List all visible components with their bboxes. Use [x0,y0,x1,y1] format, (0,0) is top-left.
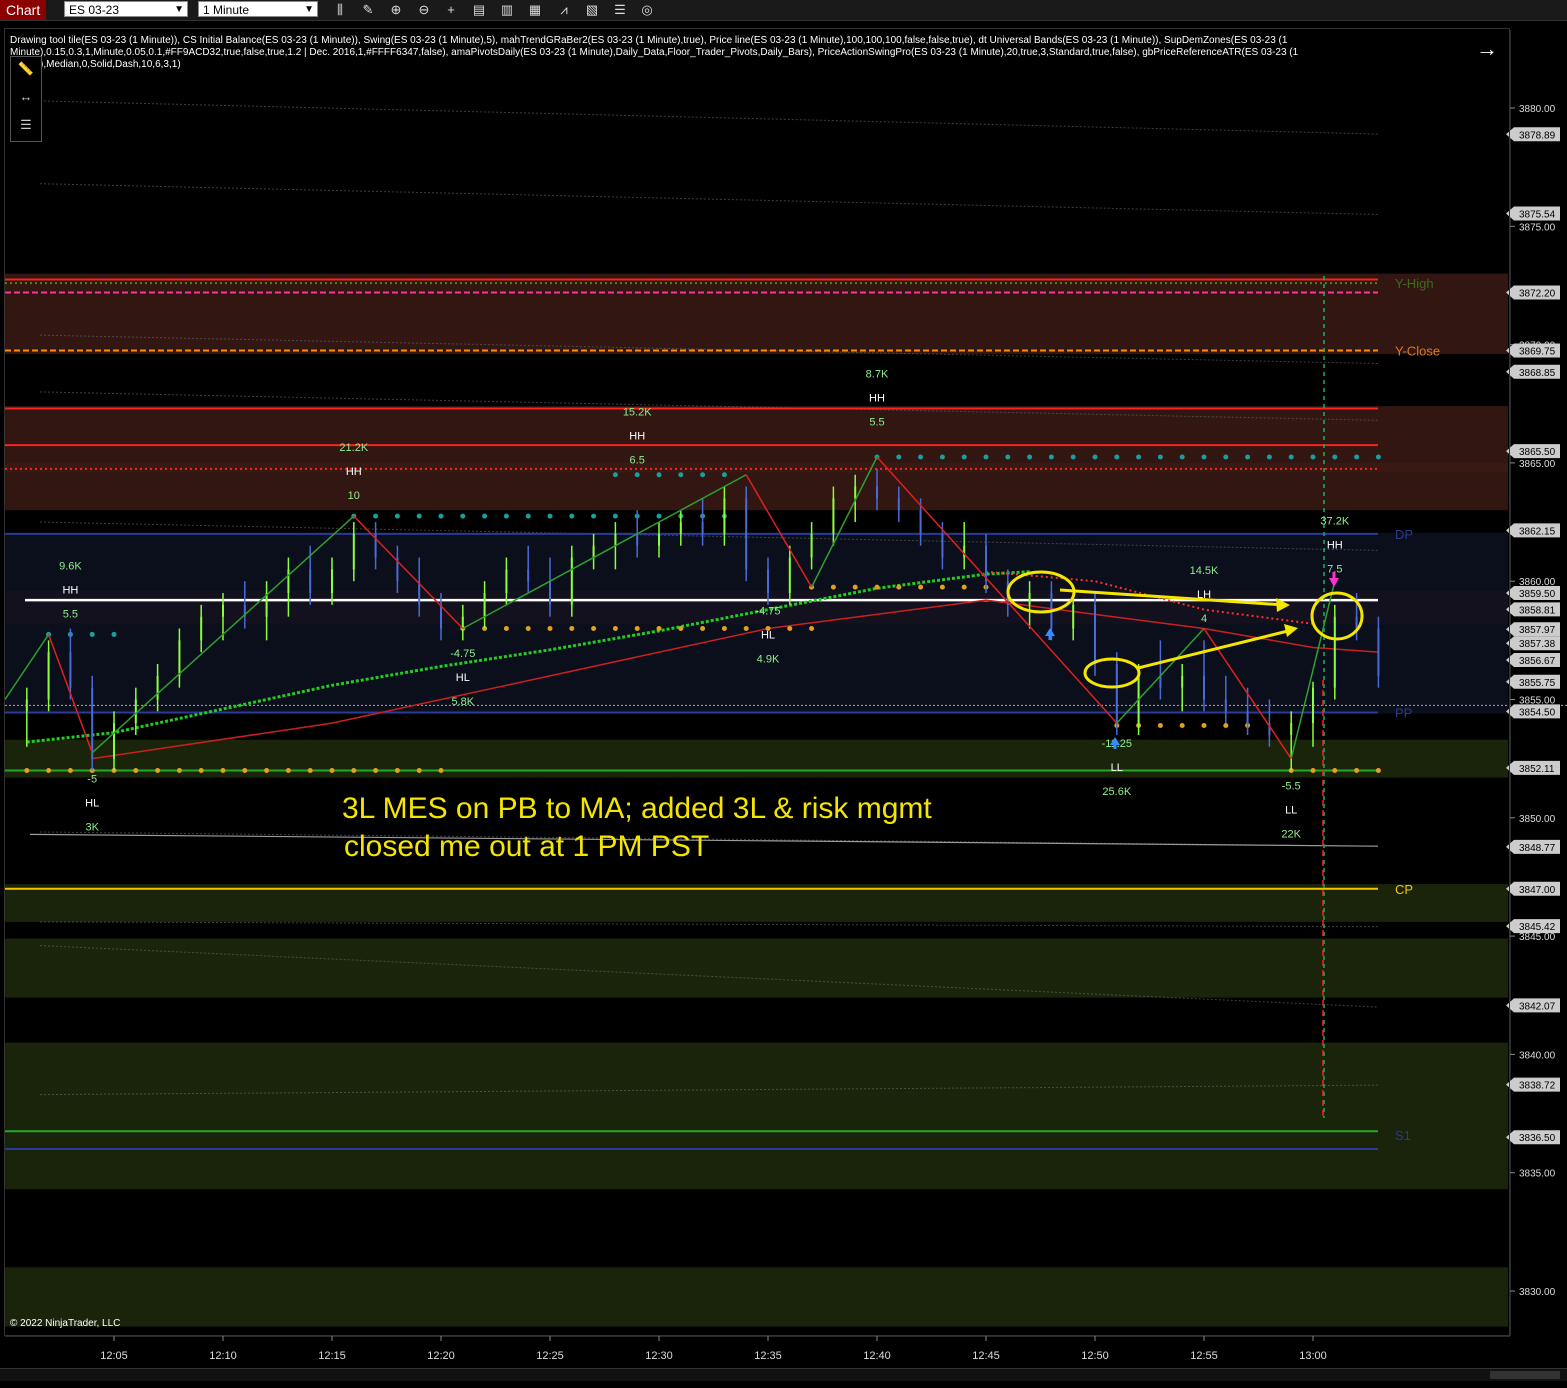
price-axis: 3880.003875.003870.003865.003860.003855.… [1506,30,1560,1336]
price-tick-label: 3835.00 [1519,1169,1556,1180]
price-marker-label: 3857.38 [1519,639,1556,650]
price-tick-label: 3880.00 [1519,104,1556,115]
arrow-right-icon[interactable]: → [1476,36,1498,62]
price-tick-label: 3850.00 [1519,814,1556,825]
price-tick-label: 3845.00 [1519,932,1556,943]
time-tick-label: 12:40 [863,1350,891,1362]
hamburger-menu-icon[interactable]: ☰ [15,115,37,135]
time-tick-label: 12:05 [100,1350,128,1362]
time-tick-label: 12:25 [536,1350,564,1362]
price-marker-label: 3878.89 [1519,130,1556,141]
measure-icon[interactable]: ↔ [15,87,37,107]
price-marker-label: 3857.97 [1519,625,1556,636]
price-tick-label: 3875.00 [1519,222,1556,233]
price-marker-label: 3865.50 [1519,447,1556,458]
time-axis: 12:05 12:10 12:15 12:20 12:25 12:30 12:35 12:40… [5,1335,1510,1362]
price-marker-label: 3847.00 [1519,885,1556,896]
time-tick-label: 12:45 [972,1350,1000,1362]
time-tick-label: 12:35 [754,1350,782,1362]
price-marker-label: 3855.75 [1519,678,1556,689]
horizontal-scrollbar[interactable] [0,1368,1567,1381]
price-marker-label: 3838.72 [1519,1081,1556,1092]
price-marker-label: 3852.11 [1519,764,1555,775]
time-tick-label: 12:55 [1190,1350,1218,1362]
price-tick-label: 3840.00 [1519,1050,1556,1061]
price-tick-label: 3865.00 [1519,459,1556,470]
price-marker-label: 3862.15 [1519,526,1556,537]
price-marker-label: 3842.07 [1519,1001,1556,1012]
price-marker-label: 3836.50 [1519,1133,1556,1144]
price-marker-label: 3859.50 [1519,589,1556,600]
time-tick-label: 12:10 [209,1350,237,1362]
price-tick-label: 3830.00 [1519,1287,1556,1298]
ruler-icon[interactable]: 📏 [15,59,37,79]
price-marker-label: 3856.67 [1519,656,1556,667]
time-tick-label: 12:15 [318,1350,346,1362]
scrollbar-thumb[interactable] [1490,1371,1560,1379]
indicator-list: Drawing tool tile(ES 03-23 (1 Minute)), … [10,35,1299,70]
time-tick-label: 12:20 [427,1350,455,1362]
price-marker-label: 3848.77 [1519,843,1556,854]
time-tick-label: 12:30 [645,1350,673,1362]
price-marker-label: 3845.42 [1519,922,1556,933]
plot-area-frame [4,28,1510,1336]
price-marker-label: 3858.81 [1519,605,1556,616]
price-marker-label: 3872.20 [1519,289,1556,300]
time-tick-label: 12:50 [1081,1350,1109,1362]
price-marker-label: 3869.75 [1519,347,1556,358]
copyright-text: © 2022 NinjaTrader, LLC [10,1318,121,1329]
drawing-tools-panel: 📏 ↔ ☰ [10,56,42,142]
price-marker-label: 3875.54 [1519,210,1556,221]
price-marker-label: 3868.85 [1519,368,1556,379]
time-tick-label: 13:00 [1299,1350,1327,1362]
price-marker-label: 3854.50 [1519,707,1556,718]
